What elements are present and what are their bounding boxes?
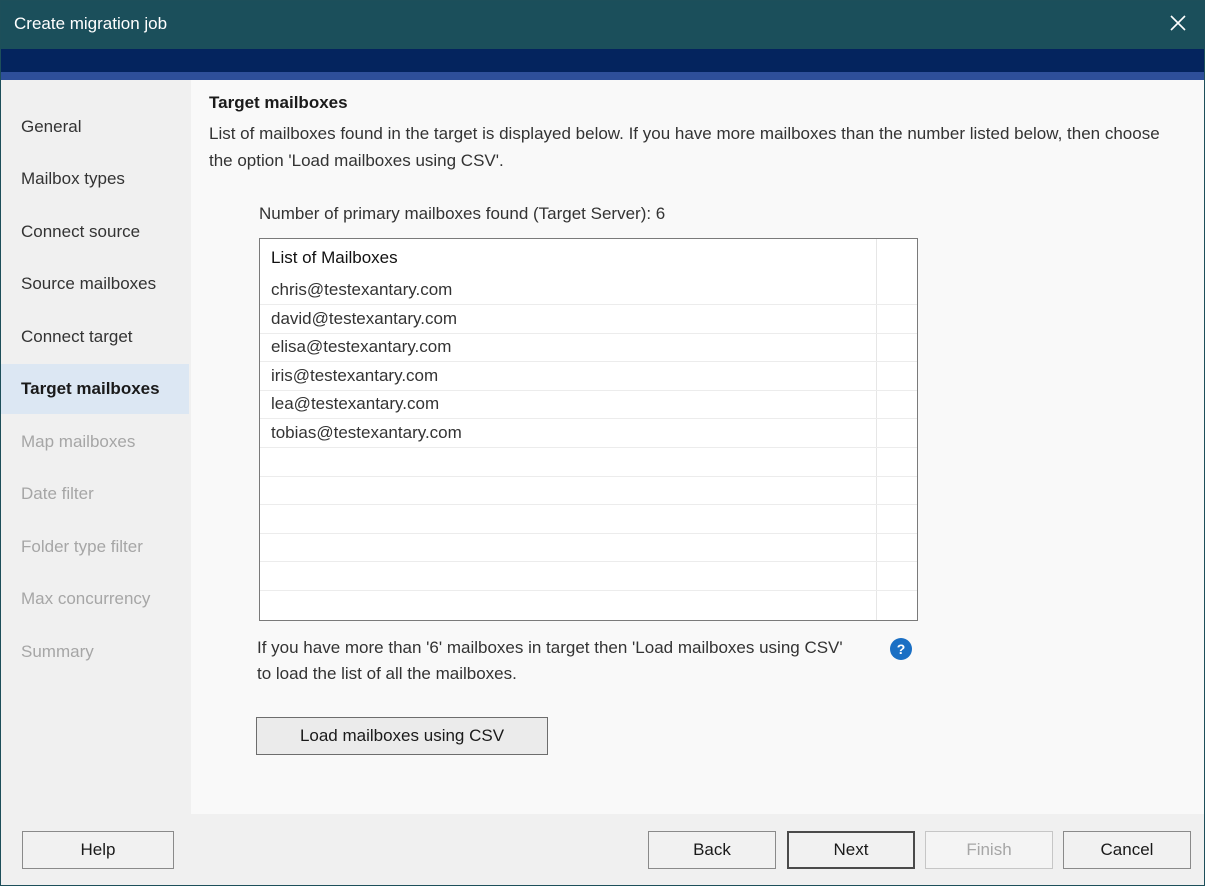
header-stripe [1,72,1204,80]
title-bar: Create migration job [1,1,1204,49]
migration-dialog: Create migration job General Mailbox typ… [0,0,1205,886]
window-title: Create migration job [14,14,168,33]
page-title: Target mailboxes [209,93,348,112]
mailbox-list[interactable]: List of Mailboxes chris@testexantary.com… [259,238,918,621]
list-item[interactable]: elisa@testexantary.com [260,333,917,362]
close-icon[interactable] [1166,11,1190,35]
header-band [1,49,1204,72]
empty-list-row [260,448,917,477]
nav-item-folder-type-filter: Folder type filter [21,537,143,556]
csv-hint-text: If you have more than '6' mailboxes in t… [257,638,843,683]
nav-item-mailbox-types[interactable]: Mailbox types [1,154,189,204]
main-panel: Target mailboxes List of mailboxes found… [191,80,1204,814]
list-item[interactable]: iris@testexantary.com [260,362,917,391]
nav-item-map-mailboxes: Map mailboxes [21,432,136,451]
help-button[interactable]: Help [22,831,174,869]
list-column-header[interactable]: List of Mailboxes [260,239,917,276]
empty-list-row [260,562,917,591]
wizard-steps-sidebar: General Mailbox types Connect source Sou… [1,80,191,814]
nav-item-connect-source[interactable]: Connect source [1,207,189,257]
nav-item-summary: Summary [21,642,94,661]
dialog-footer: Help Back Next Finish Cancel [1,814,1204,885]
empty-list-row [260,476,917,505]
cancel-button[interactable]: Cancel [1063,831,1191,869]
load-mailboxes-csv-button[interactable]: Load mailboxes using CSV [256,717,548,755]
nav-item-connect-target[interactable]: Connect target [1,312,189,362]
list-item[interactable]: lea@testexantary.com [260,390,917,419]
next-button[interactable]: Next [787,831,915,869]
nav-item-max-concurrency: Max concurrency [21,589,151,608]
list-item[interactable]: chris@testexantary.com [260,276,917,305]
list-item[interactable]: david@testexantary.com [260,305,917,334]
nav-item-date-filter: Date filter [21,484,94,503]
list-item[interactable]: tobias@testexantary.com [260,419,917,448]
help-icon[interactable]: ? [890,638,912,660]
mailbox-count-text: Number of primary mailboxes found (Targe… [259,204,666,223]
empty-list-row [260,533,917,562]
nav-item-general[interactable]: General [1,102,189,152]
nav-item-source-mailboxes[interactable]: Source mailboxes [1,259,189,309]
finish-button: Finish [925,831,1053,869]
back-button[interactable]: Back [648,831,776,869]
nav-item-target-mailboxes[interactable]: Target mailboxes [1,364,189,414]
empty-list-row [260,505,917,534]
page-description: List of mailboxes found in the target is… [209,124,1160,170]
